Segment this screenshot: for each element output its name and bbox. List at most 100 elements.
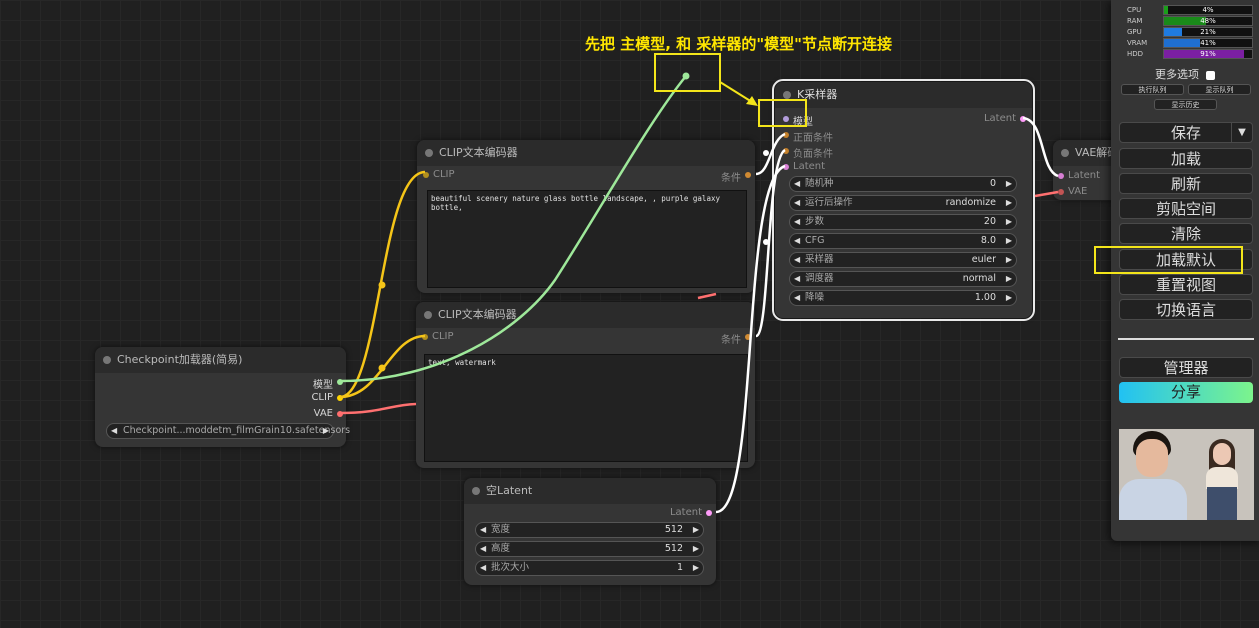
output-conditioning[interactable]: 条件 [721, 169, 751, 184]
arrow-left-icon[interactable]: ◀ [794, 272, 800, 286]
arrow-left-icon[interactable]: ◀ [480, 561, 486, 575]
input-latent[interactable]: Latent [783, 161, 825, 172]
collapse-dot-icon[interactable] [103, 356, 111, 364]
arrow-right-icon[interactable]: ▶ [693, 523, 699, 537]
clipspace-button[interactable]: 剪贴空间 [1119, 198, 1253, 219]
arrow-right-icon[interactable]: ▶ [1006, 196, 1012, 210]
slot-label: Latent [983, 113, 1016, 124]
arrow-right-icon[interactable]: ▶ [1006, 272, 1012, 286]
output-vae[interactable]: VAE [314, 408, 343, 419]
collapse-dot-icon[interactable] [424, 311, 432, 319]
slot-label: CLIP [433, 169, 455, 180]
widget-label: 采样器 [805, 254, 834, 265]
widget-control-after-generate[interactable]: ◀ 运行后操作 randomize ▶ [789, 195, 1017, 211]
manager-button[interactable]: 管理器 [1119, 357, 1253, 378]
save-dropdown-icon[interactable]: ▼ [1231, 122, 1252, 143]
input-clip[interactable]: CLIP [423, 169, 455, 180]
widget-sampler[interactable]: ◀ 采样器 euler ▶ [789, 252, 1017, 268]
more-options-row[interactable]: 更多选项 [1155, 66, 1215, 82]
arrow-right-icon[interactable]: ▶ [1006, 215, 1012, 229]
widget-scheduler[interactable]: ◀ 调度器 normal ▶ [789, 271, 1017, 287]
ksampler-node[interactable]: K采样器 模型 正面条件 负面条件 Latent Latent ◀ 随机种 0 ▶ ◀… [772, 79, 1035, 321]
collapse-dot-icon[interactable] [425, 149, 433, 157]
widget-label: 高度 [491, 543, 511, 554]
ckpt-name-combo[interactable]: ◀ Checkpoint...moddetm_filmGrain10.safet… [106, 423, 350, 439]
node-title[interactable]: CLIP文本编码器 [417, 140, 755, 166]
input-positive[interactable]: 正面条件 [783, 129, 833, 144]
slot-label: 条件 [721, 335, 741, 346]
menu-divider [1118, 338, 1254, 340]
checkpoint-loader-node[interactable]: Checkpoint加载器(简易) 模型 CLIP VAE ◀ Checkpoi… [95, 347, 350, 447]
node-title[interactable]: Checkpoint加载器(简易) [95, 347, 346, 373]
arrow-left-icon[interactable]: ◀ [794, 177, 800, 191]
more-options-checkbox[interactable] [1205, 70, 1215, 80]
widget-label: 降噪 [805, 292, 825, 303]
widget-value: euler [971, 254, 996, 265]
arrow-right-icon[interactable]: ▶ [693, 542, 699, 556]
node-title[interactable]: CLIP文本编码器 [416, 302, 755, 328]
node-title[interactable]: K采样器 [775, 82, 1032, 108]
collapse-dot-icon[interactable] [783, 91, 791, 99]
prompt-textarea[interactable]: text, watermark [424, 354, 748, 462]
arrow-left-icon[interactable]: ◀ [794, 234, 800, 248]
arrow-right-icon[interactable]: ▶ [323, 424, 329, 438]
arrow-left-icon[interactable]: ◀ [794, 291, 800, 305]
input-clip[interactable]: CLIP [422, 331, 454, 342]
person-left-shirt [1119, 479, 1187, 520]
input-vae[interactable]: VAE [1058, 186, 1087, 197]
arrow-left-icon[interactable]: ◀ [794, 196, 800, 210]
arrow-right-icon[interactable]: ▶ [1006, 291, 1012, 305]
arrow-right-icon[interactable]: ▶ [693, 561, 699, 575]
collapse-dot-icon[interactable] [1061, 149, 1069, 157]
slot-label: Latent [669, 507, 702, 518]
widget-cfg[interactable]: ◀ CFG 8.0 ▶ [789, 233, 1017, 249]
history-button[interactable]: 显示历史 [1154, 99, 1217, 110]
switch-language-button[interactable]: 切换语言 [1119, 299, 1253, 320]
widget-value: Checkpoint...moddetm_filmGrain10.safeten… [123, 425, 351, 436]
link-clip-bottom [339, 334, 426, 399]
output-latent[interactable]: Latent [984, 113, 1026, 124]
output-latent[interactable]: Latent [670, 507, 712, 518]
clear-button[interactable]: 清除 [1119, 223, 1253, 244]
arrow-right-icon[interactable]: ▶ [1006, 177, 1012, 191]
node-title[interactable]: 空Latent [464, 478, 716, 504]
output-conditioning[interactable]: 条件 [721, 331, 751, 346]
arrow-left-icon[interactable]: ◀ [794, 215, 800, 229]
widget-steps[interactable]: ◀ 步数 20 ▶ [789, 214, 1017, 230]
queue-view-button[interactable]: 执行队列 [1121, 84, 1184, 95]
widget-height[interactable]: ◀ 高度 512 ▶ [475, 541, 704, 557]
link-vae [339, 402, 417, 415]
collapse-dot-icon[interactable] [472, 487, 480, 495]
widget-batch-size[interactable]: ◀ 批次大小 1 ▶ [475, 560, 704, 576]
load-button[interactable]: 加载 [1119, 148, 1253, 169]
clip-text-encode-positive-node[interactable]: CLIP文本编码器 CLIP 条件 beautiful scenery natu… [417, 140, 755, 293]
reset-view-button[interactable]: 重置视图 [1119, 274, 1253, 295]
monitor-value: 4% [1202, 6, 1214, 14]
arrow-right-icon[interactable]: ▶ [1006, 234, 1012, 248]
arrow-left-icon[interactable]: ◀ [480, 523, 486, 537]
share-button[interactable]: 分享 [1119, 382, 1253, 403]
widget-value: 20 [983, 216, 996, 227]
save-button[interactable]: 保存 ▼ [1119, 122, 1253, 143]
annotation-arrow [719, 81, 758, 106]
refresh-button[interactable]: 刷新 [1119, 173, 1253, 194]
queue-show-button[interactable]: 显示队列 [1188, 84, 1251, 95]
widget-width[interactable]: ◀ 宽度 512 ▶ [475, 522, 704, 538]
monitor-label: GPU [1127, 28, 1142, 36]
widget-seed[interactable]: ◀ 随机种 0 ▶ [789, 176, 1017, 192]
arrow-left-icon[interactable]: ◀ [111, 424, 117, 438]
slot-label: 模型 [313, 380, 333, 391]
empty-latent-node[interactable]: 空Latent Latent ◀ 宽度 512 ▶ ◀ 高度 512 ▶ ◀ 批次大小 1 ▶ [464, 478, 716, 585]
arrow-left-icon[interactable]: ◀ [480, 542, 486, 556]
slot-label: 条件 [721, 173, 741, 184]
input-negative[interactable]: 负面条件 [783, 145, 833, 160]
output-model[interactable]: 模型 [313, 376, 343, 391]
prompt-textarea[interactable]: beautiful scenery nature glass bottle la… [427, 190, 747, 288]
widget-label: CFG [805, 235, 825, 246]
output-clip[interactable]: CLIP [311, 392, 343, 403]
input-latent[interactable]: Latent [1058, 170, 1100, 181]
arrow-right-icon[interactable]: ▶ [1006, 253, 1012, 267]
widget-denoise[interactable]: ◀ 降噪 1.00 ▶ [789, 290, 1017, 306]
clip-text-encode-negative-node[interactable]: CLIP文本编码器 CLIP 条件 text, watermark [416, 302, 755, 468]
arrow-left-icon[interactable]: ◀ [794, 253, 800, 267]
